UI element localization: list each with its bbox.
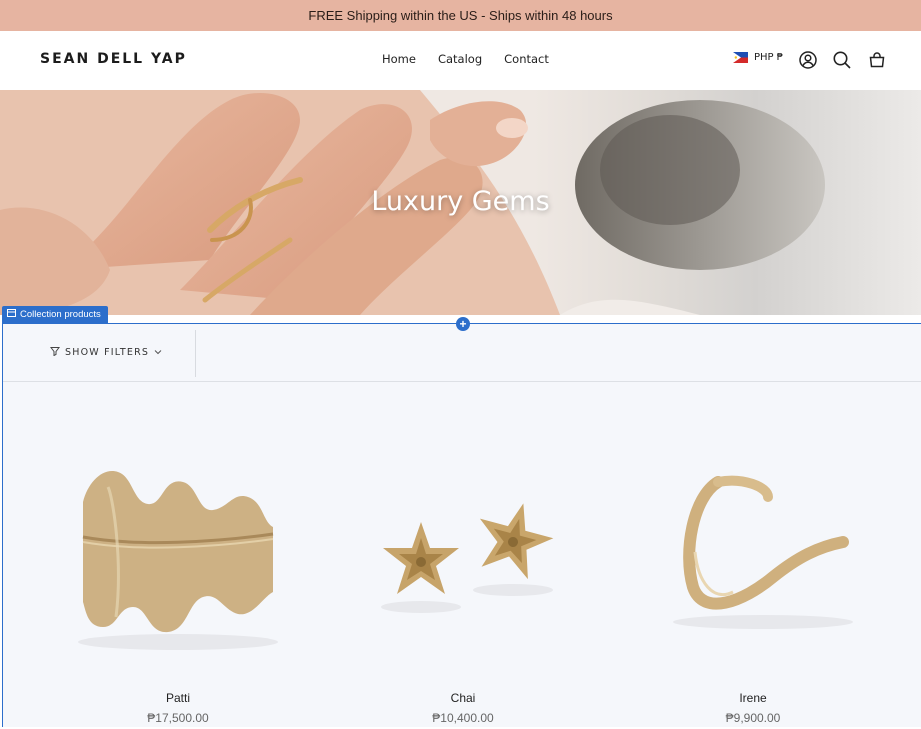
product-price: ₱9,900.00 bbox=[725, 711, 781, 725]
nav-home[interactable]: Home bbox=[382, 52, 416, 66]
collection-products-section: SHOW FILTERS Patti ₱17,500.00 Chai ₱10,4… bbox=[2, 323, 921, 727]
section-label: Collection products bbox=[20, 309, 101, 320]
chevron-down-icon bbox=[154, 347, 162, 358]
main-nav: Home Catalog Contact bbox=[382, 52, 549, 66]
hero-banner: Luxury Gems bbox=[0, 90, 921, 315]
product-image-patti[interactable] bbox=[48, 442, 308, 672]
section-editor-tag[interactable]: Collection products bbox=[2, 306, 108, 323]
nav-catalog[interactable]: Catalog bbox=[438, 52, 482, 66]
cart-icon[interactable] bbox=[867, 50, 887, 70]
product-name[interactable]: Irene bbox=[623, 691, 883, 705]
show-filters-label: SHOW FILTERS bbox=[65, 347, 150, 358]
nav-contact[interactable]: Contact bbox=[504, 52, 549, 66]
product-price: ₱10,400.00 bbox=[432, 711, 494, 725]
currency-selector[interactable]: PHP ₱ bbox=[733, 52, 783, 63]
filter-icon bbox=[50, 346, 60, 359]
product-card-patti[interactable]: Patti ₱17,500.00 bbox=[48, 442, 308, 729]
product-card-chai[interactable]: Chai ₱10,400.00 bbox=[333, 442, 593, 729]
section-icon bbox=[7, 309, 16, 320]
product-name[interactable]: Chai bbox=[333, 691, 593, 705]
filter-bar: SHOW FILTERS bbox=[3, 324, 921, 382]
search-icon[interactable] bbox=[832, 50, 852, 70]
store-logo[interactable]: SEAN DELL YAP bbox=[40, 51, 187, 67]
announcement-bar: FREE Shipping within the US - Ships with… bbox=[0, 0, 921, 31]
announcement-text: FREE Shipping within the US - Ships with… bbox=[308, 8, 613, 23]
site-header: SEAN DELL YAP Home Catalog Contact PHP ₱ bbox=[0, 31, 921, 90]
show-filters-button[interactable]: SHOW FILTERS bbox=[50, 346, 162, 359]
add-section-button[interactable]: + bbox=[456, 317, 470, 331]
account-icon[interactable] bbox=[798, 50, 818, 70]
currency-label: PHP ₱ bbox=[754, 52, 784, 63]
product-image-irene[interactable] bbox=[623, 442, 883, 672]
product-image-chai[interactable] bbox=[333, 442, 593, 672]
product-price: ₱17,500.00 bbox=[147, 711, 209, 725]
philippines-flag-icon bbox=[733, 52, 748, 63]
filter-divider bbox=[195, 330, 196, 377]
product-card-irene[interactable]: Irene ₱9,900.00 bbox=[623, 442, 883, 729]
hero-title: Luxury Gems bbox=[371, 186, 550, 217]
product-name[interactable]: Patti bbox=[48, 691, 308, 705]
